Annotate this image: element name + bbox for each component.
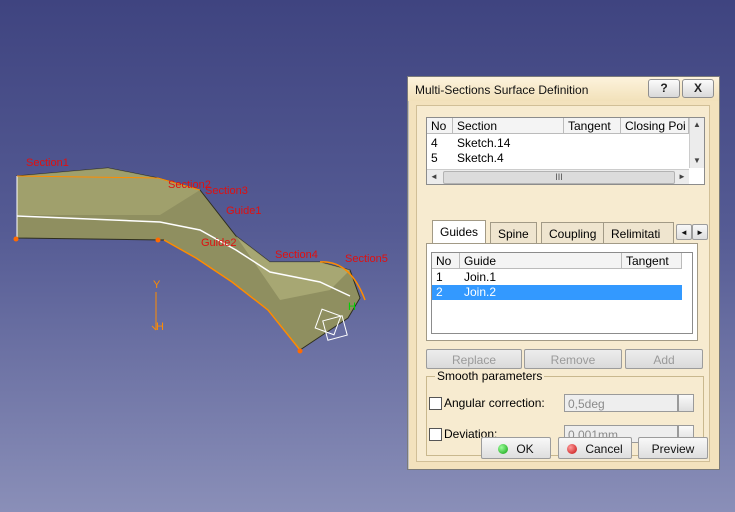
remove-button[interactable]: Remove: [524, 349, 622, 369]
scroll-up-icon[interactable]: ▲: [690, 120, 704, 129]
ok-icon: [498, 444, 509, 454]
col-header-no[interactable]: No: [427, 118, 453, 134]
row-no: 5: [431, 151, 438, 165]
tab-relimitation[interactable]: Relimitati: [603, 222, 674, 244]
col-header-tangent[interactable]: Tangent: [622, 253, 682, 269]
sections-table[interactable]: No Section Tangent Closing Poi 4 Sketch.…: [426, 117, 705, 185]
ok-label: OK: [516, 442, 534, 456]
scroll-right-icon[interactable]: ►: [675, 172, 689, 181]
guide1-label[interactable]: Guide1: [226, 205, 261, 217]
table-row-selected[interactable]: 2 Join.2: [432, 285, 682, 300]
angular-correction-checkbox[interactable]: [429, 397, 442, 410]
guides-table[interactable]: No Guide Tangent 1 Join.1 2 Join.2: [431, 252, 693, 334]
dialog-title: Multi-Sections Surface Definition: [415, 83, 589, 97]
add-button[interactable]: Add: [625, 349, 703, 369]
table-row[interactable]: 1 Join.1: [432, 270, 682, 285]
tab-coupling[interactable]: Coupling: [541, 222, 605, 244]
table-row[interactable]: 5 Sketch.4: [427, 151, 689, 166]
col-header-closing-point[interactable]: Closing Poi: [621, 118, 689, 134]
col-header-tangent[interactable]: Tangent: [564, 118, 621, 134]
axis-y-label: Y: [153, 279, 161, 291]
row-no: 4: [431, 136, 438, 150]
row-section: Sketch.4: [457, 151, 504, 165]
dialog-titlebar[interactable]: Multi-Sections Surface Definition ? X: [408, 77, 719, 101]
replace-button[interactable]: Replace: [426, 349, 522, 369]
tab-guides[interactable]: Guides: [432, 220, 487, 244]
row-no: 2: [436, 285, 443, 299]
col-header-guide[interactable]: Guide: [460, 253, 622, 269]
angular-spinner[interactable]: [678, 394, 694, 412]
row-guide: Join.1: [464, 270, 497, 284]
angular-correction-field[interactable]: 0,5deg: [564, 394, 678, 412]
ok-button[interactable]: OK: [481, 437, 551, 459]
section4-label[interactable]: Section4: [275, 249, 318, 261]
col-header-section[interactable]: Section: [453, 118, 564, 134]
scroll-left-icon[interactable]: ◄: [427, 172, 441, 181]
row-guide: Join.2: [464, 285, 497, 299]
sections-hscroll[interactable]: ◄ III ►: [427, 169, 689, 184]
dialog-body: No Section Tangent Closing Poi 4 Sketch.…: [416, 105, 710, 462]
table-row[interactable]: 4 Sketch.14: [427, 136, 689, 151]
cancel-label: Cancel: [585, 442, 623, 456]
multi-sections-dialog: Multi-Sections Surface Definition ? X No…: [407, 76, 720, 470]
section1-label[interactable]: Section1: [26, 157, 69, 169]
smooth-parameters-label: Smooth parameters: [435, 369, 545, 383]
scroll-down-icon[interactable]: ▼: [690, 156, 704, 165]
guide2-label[interactable]: Guide2: [201, 237, 236, 249]
tab-next-icon[interactable]: ►: [692, 224, 708, 240]
svg-text:H: H: [348, 301, 356, 313]
cancel-button[interactable]: Cancel: [558, 437, 632, 459]
sections-vscroll[interactable]: ▲ ▼: [689, 118, 704, 168]
row-section: Sketch.14: [457, 136, 511, 150]
tab-spine[interactable]: Spine: [490, 222, 537, 244]
col-header-no[interactable]: No: [432, 253, 460, 269]
section5-label[interactable]: Section5: [345, 253, 388, 265]
preview-button[interactable]: Preview: [638, 437, 708, 459]
guides-tab-panel: No Guide Tangent 1 Join.1 2 Join.2: [426, 243, 698, 341]
close-button[interactable]: X: [682, 79, 714, 98]
axis-h-label: H: [156, 321, 164, 333]
deviation-checkbox[interactable]: [429, 428, 442, 441]
angular-correction-label: Angular correction:: [444, 396, 545, 410]
row-no: 1: [436, 270, 443, 284]
hscroll-thumb[interactable]: III: [443, 171, 675, 184]
help-button[interactable]: ?: [648, 79, 680, 98]
cancel-icon: [567, 444, 578, 454]
tab-prev-icon[interactable]: ◄: [676, 224, 692, 240]
section3-label[interactable]: Section3: [205, 185, 248, 197]
